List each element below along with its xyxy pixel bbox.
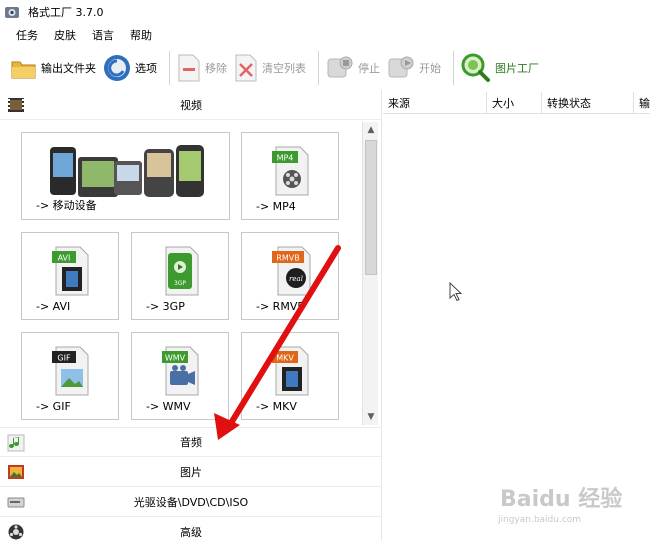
watermark-url: jingyan.baidu.com — [498, 515, 581, 525]
tile-rmvb-label: -> RMVB — [256, 300, 305, 313]
format-grid-scrollbar[interactable]: ▲ ▼ — [362, 122, 378, 425]
scroll-thumb[interactable] — [365, 140, 377, 275]
optical-drive-icon — [7, 497, 25, 508]
window-title: 格式工厂 3.7.0 — [28, 6, 104, 19]
options-button[interactable]: 选项 — [102, 50, 163, 86]
task-table-header: 来源 大小 转换状态 输 — [383, 92, 650, 114]
gear-icon — [104, 55, 130, 81]
wmv-file-icon: WMV — [162, 346, 199, 396]
picture-icon — [8, 465, 24, 479]
mouse-cursor-icon — [449, 282, 463, 302]
picture-factory-button[interactable]: 图片工厂 — [460, 50, 545, 86]
toolbar: 输出文件夹 选项 移除 清空列表 停止 开始 图片工厂 — [0, 46, 650, 90]
rmvb-file-icon: RMVB real — [272, 246, 311, 296]
gif-file-icon: GIF — [52, 346, 89, 396]
mp4-badge-text: MP4 — [277, 154, 294, 163]
category-video[interactable]: 视频 — [0, 90, 382, 120]
menu-skin[interactable]: 皮肤 — [46, 27, 84, 43]
category-picture[interactable]: 图片 — [0, 457, 382, 487]
tile-mkv[interactable]: MKV -> MKV — [241, 332, 339, 420]
clear-list-label: 清空列表 — [262, 62, 306, 75]
scroll-down-icon[interactable]: ▼ — [363, 409, 379, 425]
toolbar-separator — [318, 51, 319, 85]
category-advanced-label: 高级 — [180, 526, 202, 539]
3gp-file-icon: 3GP — [165, 246, 199, 296]
clear-list-button[interactable]: 清空列表 — [233, 50, 312, 86]
3gp-badge-text: 3GP — [174, 280, 186, 287]
category-audio-label: 音频 — [180, 436, 202, 449]
menu-language[interactable]: 语言 — [84, 27, 122, 43]
left-panel: 视频 -> 移动设备 MP4 -> MP4 AVI -> AVI 3GP -> … — [0, 90, 382, 541]
tile-mp4[interactable]: MP4 -> MP4 — [241, 132, 339, 220]
category-optical-label: 光驱设备\DVD\CD\ISO — [133, 495, 249, 509]
tile-rmvb[interactable]: RMVB real -> RMVB — [241, 232, 339, 320]
tile-mobile-device[interactable]: -> 移动设备 — [21, 132, 230, 220]
mkv-badge-text: MKV — [276, 354, 294, 363]
column-source[interactable]: 来源 — [383, 92, 487, 114]
menu-task[interactable]: 任务 — [8, 27, 46, 43]
toolbar-separator — [453, 51, 454, 85]
tile-wmv[interactable]: WMV -> WMV — [131, 332, 229, 420]
start-icon — [388, 56, 414, 78]
folder-icon — [11, 61, 36, 79]
scroll-up-icon[interactable]: ▲ — [363, 122, 379, 138]
remove-label: 移除 — [205, 62, 227, 75]
tile-mkv-label: -> MKV — [256, 400, 297, 413]
stop-label: 停止 — [358, 62, 380, 75]
column-size[interactable]: 大小 — [487, 92, 542, 114]
stop-button[interactable]: 停止 — [325, 50, 386, 86]
picture-factory-label: 图片工厂 — [495, 62, 539, 75]
category-advanced[interactable]: 高级 — [0, 517, 382, 541]
start-label: 开始 — [419, 62, 441, 75]
advanced-icon — [8, 524, 24, 540]
rmvb-badge-text: RMVB — [276, 254, 299, 263]
tile-avi[interactable]: AVI -> AVI — [21, 232, 119, 320]
remove-button[interactable]: 移除 — [176, 50, 233, 86]
watermark-brand: Baidu 经验 — [500, 486, 622, 512]
options-label: 选项 — [135, 62, 157, 75]
app-icon — [5, 7, 19, 18]
mobile-devices-icon — [50, 145, 204, 197]
avi-file-icon: AVI — [52, 246, 89, 296]
category-video-label: 视频 — [180, 98, 202, 112]
avi-badge-text: AVI — [58, 254, 71, 263]
picture-factory-icon — [461, 53, 490, 82]
output-folder-button[interactable]: 输出文件夹 — [10, 50, 102, 86]
menu-help[interactable]: 帮助 — [122, 27, 160, 43]
gif-badge-text: GIF — [57, 354, 71, 363]
menu-bar: 任务 皮肤 语言 帮助 — [0, 24, 650, 46]
tile-wmv-label: -> WMV — [146, 400, 191, 413]
output-folder-label: 输出文件夹 — [41, 62, 96, 75]
tile-gif[interactable]: GIF -> GIF — [21, 332, 119, 420]
video-icon — [8, 98, 24, 112]
category-optical[interactable]: 光驱设备\DVD\CD\ISO — [0, 487, 382, 517]
column-status[interactable]: 转换状态 — [542, 92, 634, 114]
start-button[interactable]: 开始 — [386, 50, 447, 86]
column-output[interactable]: 输 — [634, 92, 650, 114]
tile-mp4-label: -> MP4 — [256, 200, 296, 213]
title-bar: 格式工厂 3.7.0 — [0, 0, 650, 24]
wmv-badge-text: WMV — [165, 354, 186, 363]
tile-gif-label: -> GIF — [36, 400, 71, 413]
stop-icon — [327, 56, 353, 78]
task-list-panel[interactable]: 来源 大小 转换状态 输 — [383, 90, 650, 541]
mp4-file-icon: MP4 — [272, 146, 309, 196]
toolbar-separator — [169, 51, 170, 85]
category-audio[interactable]: 音频 — [0, 427, 382, 457]
category-picture-label: 图片 — [180, 465, 202, 479]
tile-3gp-label: -> 3GP — [146, 300, 185, 313]
remove-icon — [178, 54, 200, 82]
clear-list-icon — [235, 54, 257, 82]
mkv-file-icon: MKV — [272, 346, 309, 396]
baidu-watermark: Baidu 经验 jingyan.baidu.com — [498, 486, 622, 525]
svg-text:real: real — [289, 275, 303, 283]
format-grid: -> 移动设备 MP4 -> MP4 AVI -> AVI 3GP -> 3GP… — [0, 120, 362, 425]
tile-mobile-device-label: -> 移动设备 — [36, 199, 97, 212]
music-note-icon — [7, 434, 25, 452]
tile-3gp[interactable]: 3GP -> 3GP — [131, 232, 229, 320]
tile-avi-label: -> AVI — [36, 300, 71, 313]
